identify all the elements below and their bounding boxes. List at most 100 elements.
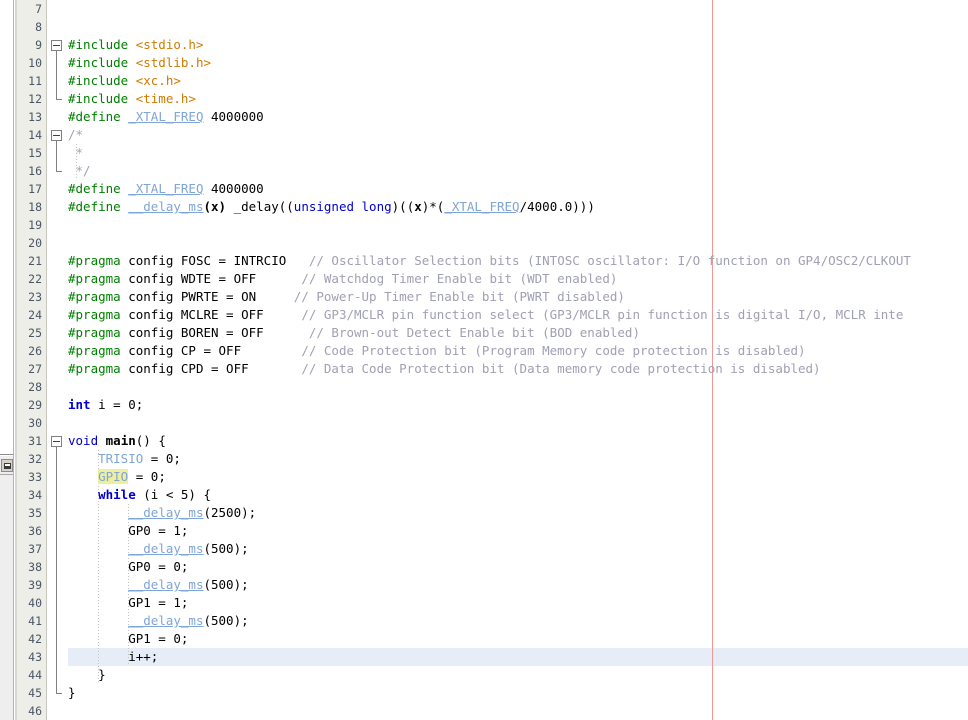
code-token: __delay_ms bbox=[128, 505, 204, 520]
code-line[interactable]: #pragma config CP = OFF // Code Protecti… bbox=[68, 342, 806, 360]
code-line[interactable]: GP1 = 1; bbox=[68, 594, 188, 612]
line-number[interactable]: 13 bbox=[14, 108, 42, 126]
code-line[interactable]: #pragma config WDTE = OFF // Watchdog Ti… bbox=[68, 270, 617, 288]
line-number[interactable]: 14 bbox=[14, 126, 42, 144]
line-number[interactable]: 27 bbox=[14, 360, 42, 378]
line-number[interactable]: 43 bbox=[14, 648, 42, 666]
line-number[interactable]: 16 bbox=[14, 162, 42, 180]
code-line[interactable]: GP0 = 0; bbox=[68, 558, 188, 576]
line-number[interactable]: 30 bbox=[14, 414, 42, 432]
line-number[interactable]: 34 bbox=[14, 486, 42, 504]
line-number[interactable]: 39 bbox=[14, 576, 42, 594]
line-number[interactable]: 46 bbox=[14, 702, 42, 720]
line-number[interactable]: 7 bbox=[14, 0, 42, 18]
code-line[interactable]: __delay_ms(2500); bbox=[68, 504, 256, 522]
code-line[interactable]: #include <xc.h> bbox=[68, 72, 181, 90]
line-number[interactable]: 21 bbox=[14, 252, 42, 270]
line-number[interactable]: 32 bbox=[14, 450, 42, 468]
code-line[interactable]: #pragma config FOSC = INTRCIO // Oscilla… bbox=[68, 252, 911, 270]
line-number[interactable]: 44 bbox=[14, 666, 42, 684]
code-line[interactable]: TRISIO = 0; bbox=[68, 450, 181, 468]
code-line[interactable]: #include <time.h> bbox=[68, 90, 196, 108]
line-number[interactable]: 8 bbox=[14, 18, 42, 36]
code-fold-margin[interactable] bbox=[48, 0, 68, 720]
fold-range-end bbox=[56, 99, 62, 100]
code-line[interactable]: #define __delay_ms(x) _delay((unsigned l… bbox=[68, 198, 595, 216]
code-token: #pragma bbox=[68, 361, 121, 376]
code-line[interactable]: GPIO = 0; bbox=[68, 468, 166, 486]
code-line[interactable]: GP0 = 1; bbox=[68, 522, 188, 540]
line-number[interactable]: 38 bbox=[14, 558, 42, 576]
code-line[interactable]: __delay_ms(500); bbox=[68, 612, 248, 630]
line-number[interactable]: 19 bbox=[14, 216, 42, 234]
line-number[interactable]: 11 bbox=[14, 72, 42, 90]
line-number[interactable]: 36 bbox=[14, 522, 42, 540]
line-number[interactable]: 10 bbox=[14, 54, 42, 72]
code-text-area[interactable]: #include <stdio.h> #include <stdlib.h> #in… bbox=[68, 0, 968, 720]
line-number[interactable]: 45 bbox=[14, 684, 42, 702]
code-line[interactable]: __delay_ms(500); bbox=[68, 576, 248, 594]
line-number[interactable]: 37 bbox=[14, 540, 42, 558]
line-number[interactable]: 25 bbox=[14, 324, 42, 342]
code-line[interactable]: while (i < 5) { bbox=[68, 486, 211, 504]
code-line[interactable]: #pragma config MCLRE = OFF // GP3/MCLR p… bbox=[68, 306, 903, 324]
line-number[interactable]: 42 bbox=[14, 630, 42, 648]
code-token: */ bbox=[68, 163, 91, 178]
line-number[interactable]: 26 bbox=[14, 342, 42, 360]
code-line[interactable]: #pragma config BOREN = OFF // Brown-out … bbox=[68, 324, 640, 342]
line-number[interactable]: 17 bbox=[14, 180, 42, 198]
code-token: config PWRTE = ON bbox=[120, 289, 294, 304]
code-line[interactable]: #include <stdio.h> bbox=[68, 36, 203, 54]
line-number[interactable]: 40 bbox=[14, 594, 42, 612]
code-token: config CPD = OFF bbox=[120, 361, 302, 376]
code-line[interactable]: #pragma config PWRTE = ON // Power-Up Ti… bbox=[68, 288, 625, 306]
code-token: #pragma bbox=[68, 289, 121, 304]
code-line[interactable]: GP1 = 0; bbox=[68, 630, 188, 648]
code-token: // Power-Up Timer Enable bit (PWRT disab… bbox=[293, 289, 625, 304]
line-number[interactable]: 31 bbox=[14, 432, 42, 450]
fold-collapse-icon[interactable] bbox=[51, 436, 62, 447]
line-number[interactable]: 28 bbox=[14, 378, 42, 396]
code-line[interactable]: /* bbox=[68, 126, 83, 144]
code-token: #pragma bbox=[68, 325, 121, 340]
code-line[interactable]: #pragma config CPD = OFF // Data Code Pr… bbox=[68, 360, 821, 378]
code-line[interactable]: #define _XTAL_FREQ 4000000 bbox=[68, 180, 264, 198]
code-token: #pragma bbox=[68, 271, 121, 286]
line-number[interactable]: 35 bbox=[14, 504, 42, 522]
code-line[interactable]: } bbox=[68, 684, 76, 702]
line-number[interactable]: 12 bbox=[14, 90, 42, 108]
code-line[interactable]: __delay_ms(500); bbox=[68, 540, 248, 558]
line-number-gutter[interactable]: 7 8 9 10 11 12 13 14 15 16 17 18 19 20 21 22 23 24 25 26 27 2… bbox=[15, 0, 47, 720]
line-number[interactable]: 15 bbox=[14, 144, 42, 162]
code-line[interactable]: void main() { bbox=[68, 432, 166, 450]
fold-collapse-icon[interactable] bbox=[51, 40, 62, 51]
code-line[interactable]: #include <stdlib.h> bbox=[68, 54, 211, 72]
left-strip-lower-area bbox=[0, 456, 13, 720]
line-number[interactable]: 23 bbox=[14, 288, 42, 306]
code-line[interactable]: i++; bbox=[68, 648, 158, 666]
line-number[interactable]: 33 bbox=[14, 468, 42, 486]
code-token: // Code Protection bit (Program Memory c… bbox=[301, 343, 806, 358]
code-line[interactable]: } bbox=[68, 666, 106, 684]
code-token: #define bbox=[68, 109, 129, 124]
code-token: #define bbox=[68, 199, 129, 214]
code-line[interactable]: #define _XTAL_FREQ 4000000 bbox=[68, 108, 264, 126]
line-number[interactable]: 24 bbox=[14, 306, 42, 324]
line-number[interactable]: 22 bbox=[14, 270, 42, 288]
line-number[interactable]: 20 bbox=[14, 234, 42, 252]
line-number[interactable]: 29 bbox=[14, 396, 42, 414]
code-token: i++; bbox=[68, 649, 159, 664]
line-number[interactable]: 18 bbox=[14, 198, 42, 216]
code-token: // Data Code Protection bit (Data memory… bbox=[301, 361, 821, 376]
fold-collapse-icon[interactable] bbox=[51, 130, 62, 141]
code-line[interactable]: */ bbox=[68, 162, 91, 180]
line-number[interactable]: 9 bbox=[14, 36, 42, 54]
restore-panel-icon[interactable] bbox=[1, 459, 13, 472]
line-number[interactable]: 41 bbox=[14, 612, 42, 630]
code-token: (i < 5) { bbox=[135, 487, 212, 502]
code-line[interactable]: int i = 0; bbox=[68, 396, 143, 414]
code-token: // Watchdog Timer Enable bit (WDT enable… bbox=[301, 271, 618, 286]
code-line[interactable]: * bbox=[68, 144, 84, 162]
